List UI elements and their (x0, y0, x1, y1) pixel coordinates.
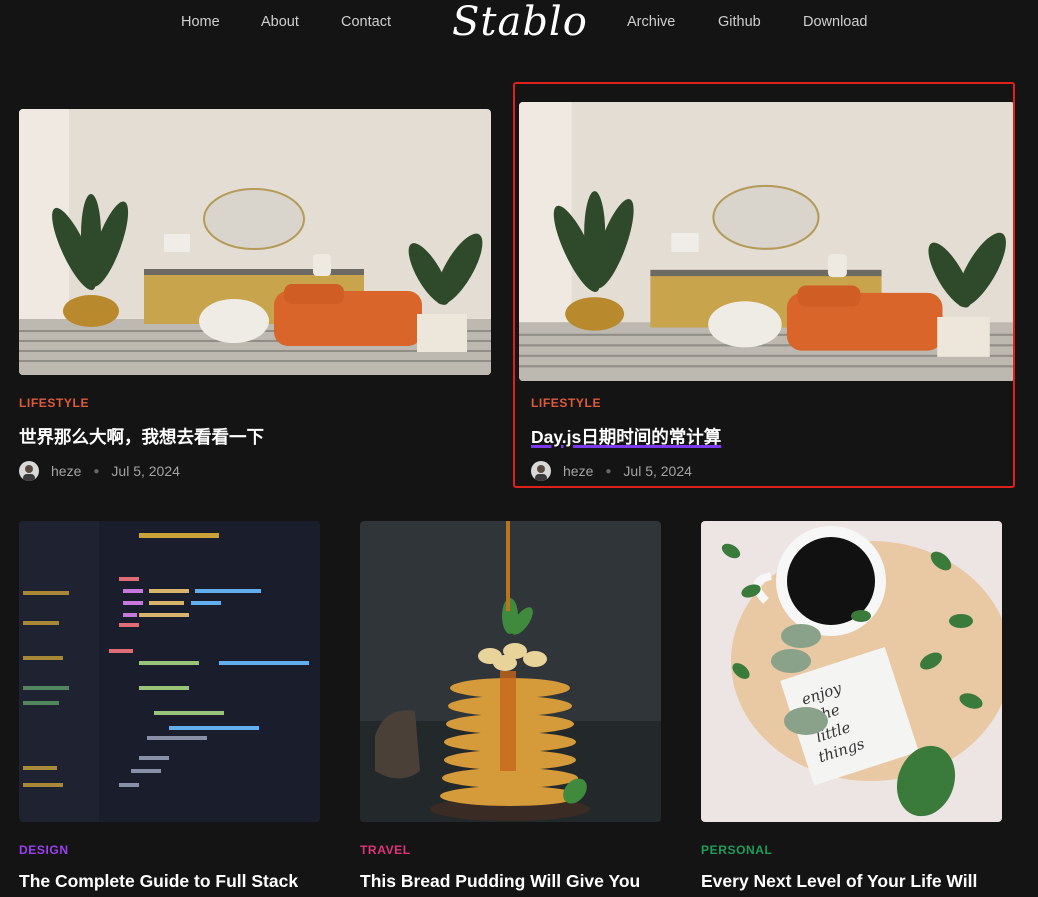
nav-download-link[interactable]: Download (803, 14, 868, 30)
author-avatar[interactable] (531, 461, 551, 481)
living-room-image (519, 102, 1015, 381)
post-thumbnail-code[interactable] (19, 521, 320, 822)
post-thumbnail-coffee[interactable]: enjoy the little things (701, 521, 1002, 822)
site-logo[interactable]: Stablo (452, 0, 587, 48)
post-meta: heze ● Jul 5, 2024 (19, 461, 180, 481)
post-category[interactable]: DESIGN (19, 843, 69, 857)
nav-about-link[interactable]: About (261, 14, 299, 30)
post-category[interactable]: LIFESTYLE (531, 396, 601, 410)
nav-archive-link[interactable]: Archive (627, 14, 675, 30)
post-title[interactable]: Every Next Level of Your Life Will (701, 871, 977, 892)
post-date: Jul 5, 2024 (111, 463, 180, 479)
coffee-macaron-image: enjoy the little things (701, 521, 1002, 822)
post-thumbnail-pancakes[interactable] (360, 521, 661, 822)
code-editor-image (19, 521, 320, 822)
post-title[interactable]: This Bread Pudding Will Give You (360, 871, 640, 892)
separator-dot: ● (93, 465, 100, 477)
nav-home-link[interactable]: Home (181, 14, 220, 30)
page: Home About Contact Stablo Archive Github… (0, 0, 1038, 897)
post-category[interactable]: PERSONAL (701, 843, 772, 857)
author-avatar[interactable] (19, 461, 39, 481)
author-name[interactable]: heze (563, 463, 593, 479)
post-category[interactable]: TRAVEL (360, 843, 411, 857)
nav-contact-link[interactable]: Contact (341, 14, 391, 30)
post-thumbnail-living-room[interactable] (519, 102, 1015, 381)
post-date: Jul 5, 2024 (623, 463, 692, 479)
post-title[interactable]: Day.js日期时间的常计算 (531, 424, 721, 449)
post-thumbnail-living-room[interactable] (19, 109, 491, 375)
separator-dot: ● (605, 465, 612, 477)
post-meta: heze ● Jul 5, 2024 (531, 461, 692, 481)
post-title[interactable]: The Complete Guide to Full Stack (19, 871, 298, 892)
living-room-image (19, 109, 491, 375)
post-category[interactable]: LIFESTYLE (19, 396, 89, 410)
nav-github-link[interactable]: Github (718, 14, 761, 30)
author-name[interactable]: heze (51, 463, 81, 479)
post-title[interactable]: 世界那么大啊，我想去看看一下 (19, 424, 264, 449)
pancake-stack-image (360, 521, 661, 822)
